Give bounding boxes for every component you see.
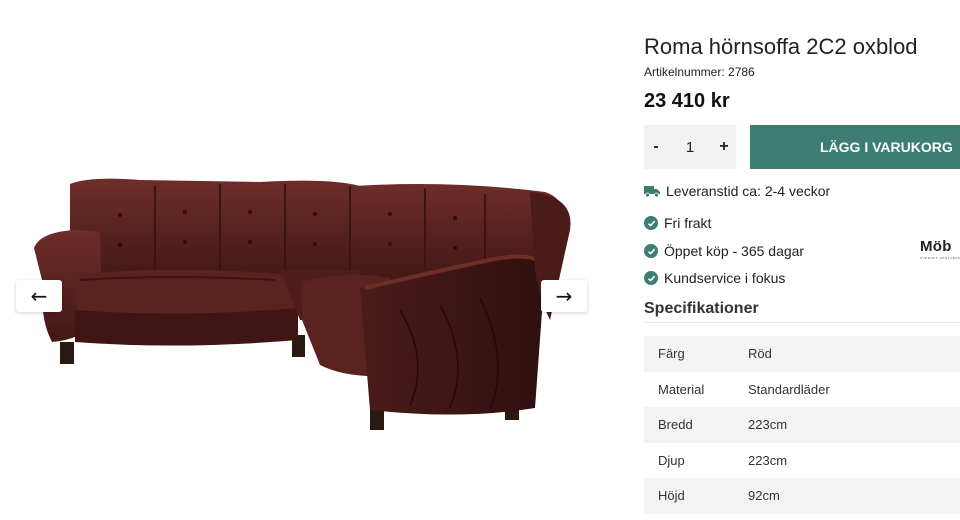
spec-key: Färg [658, 346, 685, 362]
decrease-quantity-button[interactable]: - [644, 125, 668, 169]
specifications-table: Färg Röd Material Standardläder Bredd 22… [644, 336, 960, 514]
spec-row: Material Standardläder [644, 372, 960, 408]
brand-logo-tagline: SVENSKT HANTVERK [920, 256, 960, 260]
product-gallery: ← → [0, 0, 600, 520]
spec-row: Färg Röd [644, 336, 960, 372]
quantity-stepper: - 1 + [644, 125, 736, 169]
check-circle-icon [644, 216, 658, 230]
spec-value: 92cm [748, 488, 780, 504]
usp-text: Kundservice i fokus [664, 270, 786, 286]
delivery-info: Leveranstid ca: 2-4 veckor [644, 183, 830, 199]
usp-item: Öppet köp - 365 dagar [644, 243, 804, 259]
specifications-divider [644, 322, 960, 323]
spec-value: 223cm [748, 417, 788, 433]
usp-item: Fri frakt [644, 215, 711, 231]
arrow-left-icon: ← [30, 284, 48, 308]
spec-key: Höjd [658, 488, 685, 504]
specifications-heading: Specifikationer [644, 300, 759, 317]
spec-key: Material [658, 381, 705, 397]
product-title: Roma hörnsoffa 2C2 oxblod [644, 34, 918, 59]
quantity-input[interactable]: 1 [668, 125, 712, 169]
check-circle-icon [644, 244, 658, 258]
spec-key: Djup [658, 452, 685, 468]
truck-icon [644, 186, 660, 198]
increase-quantity-button[interactable]: + [712, 125, 736, 169]
usp-text: Öppet köp - 365 dagar [664, 243, 805, 259]
corner-sofa-image [34, 178, 571, 430]
spec-value: Röd [748, 346, 772, 362]
spec-row: Höjd 92cm [644, 478, 960, 514]
next-image-button[interactable]: → [541, 280, 587, 312]
usp-item: Kundservice i fokus [644, 270, 785, 286]
delivery-text: Leveranstid ca: 2-4 veckor [666, 183, 831, 199]
spec-row: Bredd 223cm [644, 407, 960, 443]
brand-logo-word: Möb [920, 238, 952, 255]
article-number: Artikelnummer: 2786 [644, 65, 755, 79]
brand-logo: Möb SVENSKT HANTVERK [920, 238, 960, 264]
usp-text: Fri frakt [664, 215, 712, 231]
spec-key: Bredd [658, 417, 693, 433]
spec-value: Standardläder [748, 381, 830, 397]
add-to-cart-button[interactable]: LÄGG I VARUKORG [750, 125, 960, 169]
spec-row: Djup 223cm [644, 443, 960, 479]
spec-value: 223cm [748, 452, 788, 468]
add-to-cart-label: LÄGG I VARUKORG [820, 139, 953, 155]
check-circle-icon [644, 271, 658, 285]
product-price: 23 410 kr [644, 90, 730, 112]
prev-image-button[interactable]: ← [16, 280, 62, 312]
arrow-right-icon: → [555, 284, 573, 308]
product-info: Roma hörnsoffa 2C2 oxblod Artikelnummer:… [644, 0, 960, 520]
